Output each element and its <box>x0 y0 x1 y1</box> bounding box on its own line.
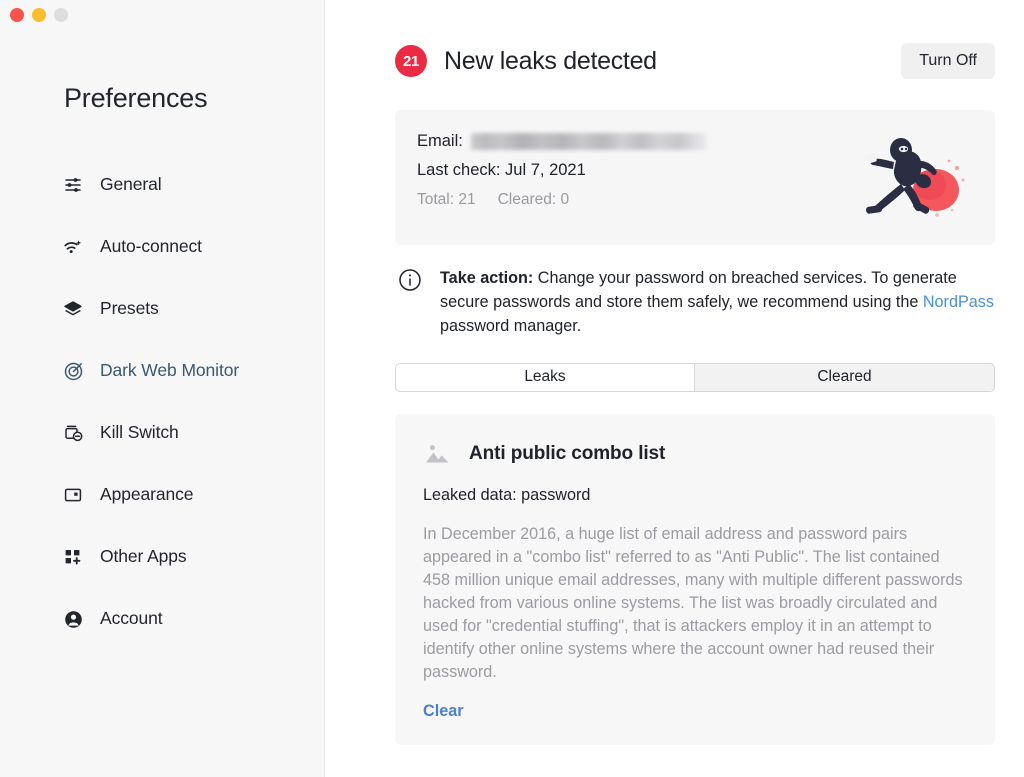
leak-card-header: Anti public combo list <box>423 440 967 468</box>
sidebar-item-appearance[interactable]: Appearance <box>0 478 324 512</box>
minimize-window-button[interactable] <box>32 8 46 22</box>
tab-leaks[interactable]: Leaks <box>396 363 695 391</box>
sidebar-item-general[interactable]: General <box>0 168 324 202</box>
turn-off-button[interactable]: Turn Off <box>901 43 995 79</box>
email-label: Email: <box>417 131 463 150</box>
take-action-text: Take action: Change your password on bre… <box>440 267 995 339</box>
leaked-data-summary: Leaked data: password <box>423 485 591 504</box>
app-window: Preferences General Auto-connect Presets… <box>0 0 1024 777</box>
sidebar-item-label: General <box>100 174 162 195</box>
sidebar-item-other-apps[interactable]: Other Apps <box>0 540 324 574</box>
sidebar-item-auto-connect[interactable]: Auto-connect <box>0 230 324 264</box>
window-traffic-lights <box>10 8 68 22</box>
person-circle-icon <box>62 608 84 630</box>
grid-plus-icon <box>62 546 84 568</box>
nordpass-link[interactable]: NordPass <box>923 293 994 311</box>
sliders-icon <box>62 174 84 196</box>
leak-description: In December 2016, a huge list of email a… <box>423 524 963 681</box>
sidebar-item-label: Appearance <box>100 484 194 505</box>
header-title: New leaks detected <box>444 46 657 75</box>
wifi-sparkle-icon <box>62 236 84 258</box>
leak-detail-card: Anti public combo list Leaked data: pass… <box>395 413 995 745</box>
info-circle-icon <box>398 268 422 292</box>
zoom-window-button[interactable] <box>54 8 68 22</box>
sidebar-item-dark-web-monitor[interactable]: Dark Web Monitor <box>0 354 324 388</box>
target-icon <box>62 360 84 382</box>
sidebar-item-label: Presets <box>100 298 159 319</box>
sidebar-item-label: Other Apps <box>100 546 187 567</box>
take-action-row: Take action: Change your password on bre… <box>395 267 995 339</box>
sidebar-item-label: Account <box>100 608 163 629</box>
kill-switch-icon <box>62 422 84 444</box>
sidebar: Preferences General Auto-connect Presets… <box>0 0 325 777</box>
layers-icon <box>62 298 84 320</box>
sidebar-nav: General Auto-connect Presets Dark Web Mo… <box>0 168 324 664</box>
sidebar-item-label: Dark Web Monitor <box>100 360 240 381</box>
sidebar-item-presets[interactable]: Presets <box>0 292 324 326</box>
tab-cleared[interactable]: Cleared <box>695 363 994 391</box>
total-count: Total: 21 <box>417 191 476 208</box>
leak-title: Anti public combo list <box>469 442 666 464</box>
cleared-count: Cleared: 0 <box>497 191 570 208</box>
main-content: 21 New leaks detected Turn Off Email: La… <box>325 0 1024 777</box>
page-title: Preferences <box>64 83 208 113</box>
sidebar-item-label: Kill Switch <box>100 422 179 443</box>
header-row: 21 New leaks detected Turn Off <box>395 40 995 82</box>
sidebar-item-kill-switch[interactable]: Kill Switch <box>0 416 324 450</box>
close-window-button[interactable] <box>10 8 24 22</box>
account-status-card: Email: Last check: Jul 7, 2021 Total: 21… <box>395 110 995 245</box>
leak-count-badge: 21 <box>395 45 427 77</box>
running-thief-illustration <box>853 128 973 228</box>
sidebar-item-label: Auto-connect <box>100 236 202 257</box>
take-action-label: Take action: <box>440 269 534 287</box>
window-panel-icon <box>62 484 84 506</box>
take-action-body-2: password manager. <box>440 316 582 335</box>
clear-leak-button[interactable]: Clear <box>423 702 464 721</box>
email-value-redacted <box>470 132 707 150</box>
image-placeholder-icon <box>423 440 451 468</box>
leaks-cleared-tabs: Leaks Cleared <box>395 362 995 392</box>
sidebar-item-account[interactable]: Account <box>0 602 324 636</box>
